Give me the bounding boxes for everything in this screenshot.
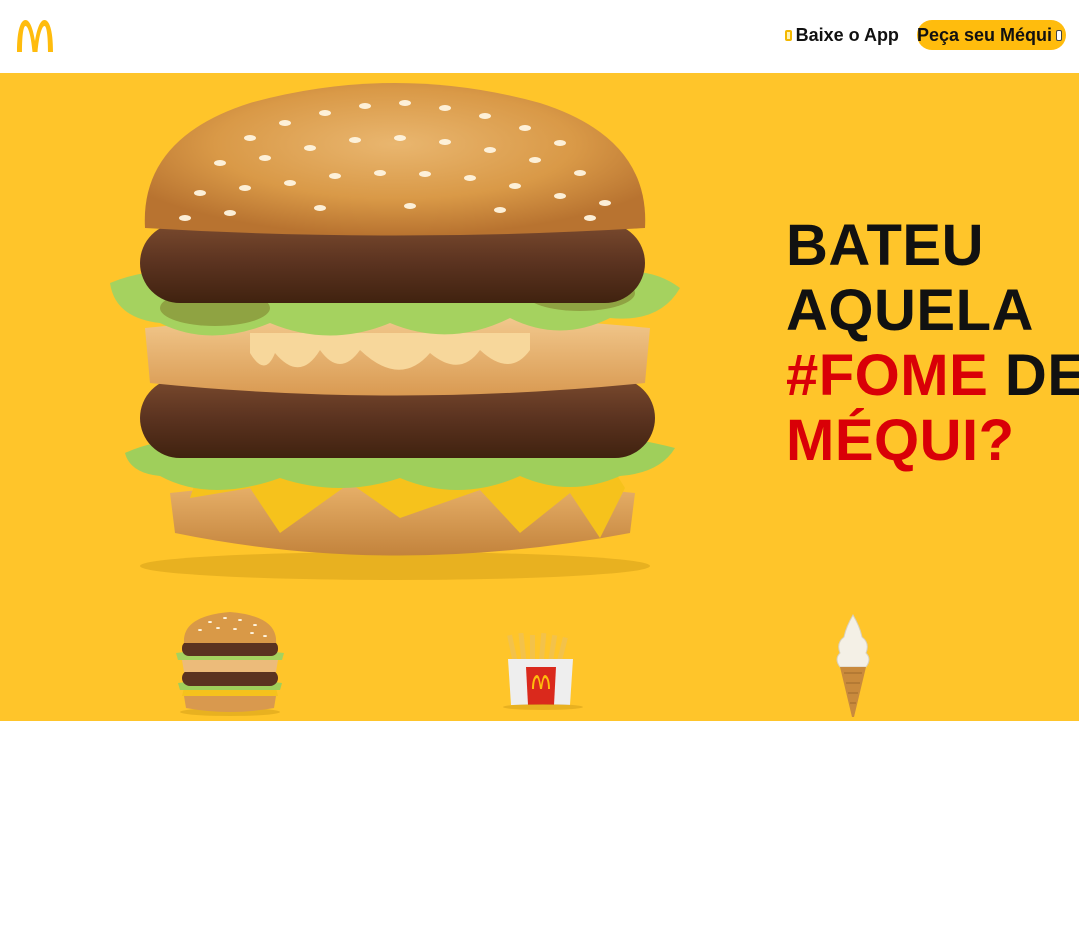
- big-mac-image: [110, 83, 680, 580]
- hero-headline: BATEU AQUELA #FOME DE MÉQUI?: [786, 213, 1079, 473]
- phone-icon: [1056, 29, 1062, 41]
- header-nav: Baixe o App Peça seu Méqui: [784, 20, 1066, 50]
- ice-cream-cone-thumbnail[interactable]: [828, 613, 878, 718]
- product-thumbnails: [0, 603, 1079, 721]
- download-app-label: Baixe o App: [795, 24, 899, 45]
- headline-line-1: BATEU: [786, 213, 984, 278]
- site-header: Baixe o App Peça seu Méqui: [0, 0, 1079, 73]
- headline-line-2: AQUELA: [786, 278, 1034, 343]
- hero-banner: BATEU AQUELA #FOME DE MÉQUI?: [0, 73, 1079, 721]
- download-app-link[interactable]: Baixe o App: [784, 24, 899, 46]
- headline-hashtag: #FOME: [786, 343, 989, 408]
- phone-icon: [784, 29, 792, 41]
- golden-arches-icon[interactable]: [15, 17, 55, 53]
- page-body: [0, 721, 1079, 937]
- order-meal-button[interactable]: Peça seu Méqui: [916, 20, 1066, 50]
- fries-thumbnail[interactable]: [498, 633, 588, 711]
- order-meal-label: Peça seu Méqui: [916, 24, 1052, 45]
- headline-line-3: #FOME DE: [786, 343, 1079, 408]
- headline-line-3-rest: DE: [988, 343, 1079, 408]
- big-mac-thumbnail[interactable]: [170, 608, 290, 718]
- headline-line-4: MÉQUI?: [786, 408, 1015, 473]
